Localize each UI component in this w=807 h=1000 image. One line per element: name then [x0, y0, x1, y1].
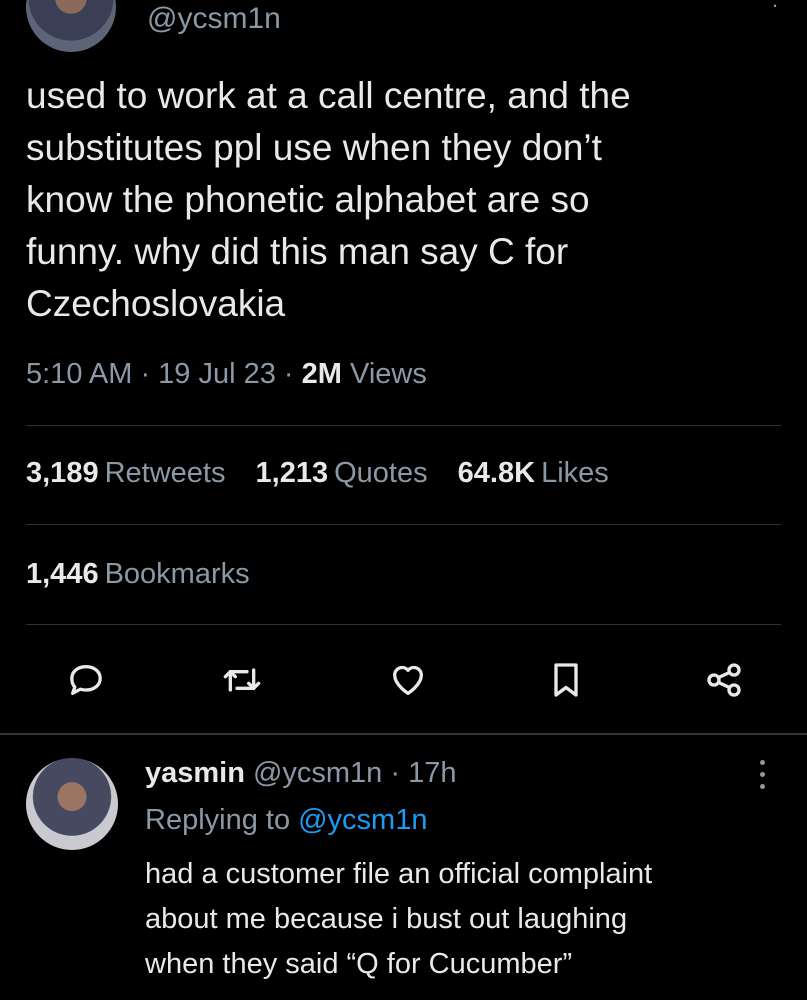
- reply-icon: [70, 665, 102, 695]
- tweet-detail-page: @ycsm1n · used to work at a call centre,…: [0, 0, 807, 1000]
- likes-stat[interactable]: 64.8K Likes: [458, 457, 609, 489]
- retweets-stat[interactable]: 3,189 Retweets: [26, 457, 225, 489]
- quotes-count: 1,213: [255, 457, 329, 489]
- retweets-count: 3,189: [26, 457, 99, 489]
- reply-button[interactable]: [62, 656, 110, 704]
- divider: [26, 624, 781, 625]
- likes-label: Likes: [541, 457, 609, 489]
- reply-text: had a customer file an official complain…: [145, 858, 653, 980]
- bookmarks-label: Bookmarks: [104, 558, 250, 590]
- views-label: Views: [350, 358, 427, 390]
- bookmark-button[interactable]: [542, 656, 590, 704]
- reply-more-options-icon[interactable]: [752, 756, 772, 792]
- quotes-stat[interactable]: 1,213 Quotes: [256, 457, 428, 489]
- reply-author-name[interactable]: yasmin: [145, 757, 245, 789]
- heart-icon: [393, 665, 423, 695]
- reply-author-handle-time: @ycsm1n · 17h: [252, 757, 457, 789]
- bookmarks-stat[interactable]: 1,446 Bookmarks: [26, 558, 250, 591]
- retweets-label: Retweets: [104, 457, 226, 489]
- tweet-timestamp[interactable]: 5:10 AM · 19 Jul 23 ·: [26, 358, 302, 390]
- share-icon: [707, 663, 741, 697]
- replying-label: Replying to: [145, 804, 291, 836]
- quotes-label: Quotes: [334, 457, 428, 489]
- section-divider: [0, 733, 807, 735]
- bookmarks-count: 1,446: [26, 558, 99, 590]
- reply-header: yasmin @ycsm1n · 17h: [145, 757, 456, 790]
- views-count: 2M: [301, 358, 342, 390]
- author-avatar[interactable]: [26, 0, 116, 52]
- engagement-stats: 3,189 Retweets 1,213 Quotes 64.8K Likes: [26, 457, 631, 490]
- tweet-meta: 5:10 AM · 19 Jul 23 · 2M Views: [26, 358, 427, 391]
- retweet-icon: [223, 668, 261, 692]
- share-button[interactable]: [700, 656, 748, 704]
- retweet-button[interactable]: [218, 656, 266, 704]
- like-button[interactable]: [384, 656, 432, 704]
- replying-mention-link[interactable]: @ycsm1n: [298, 804, 427, 836]
- bookmark-icon: [554, 663, 578, 697]
- divider: [26, 425, 781, 426]
- divider: [26, 524, 781, 525]
- likes-count: 64.8K: [457, 457, 536, 489]
- author-handle[interactable]: @ycsm1n: [147, 2, 281, 36]
- reply-author-avatar[interactable]: [26, 758, 118, 850]
- tweet-text: used to work at a call centre, and the s…: [26, 75, 631, 324]
- replying-to: Replying to @ycsm1n: [145, 804, 427, 837]
- more-options-icon[interactable]: ·: [760, 0, 790, 17]
